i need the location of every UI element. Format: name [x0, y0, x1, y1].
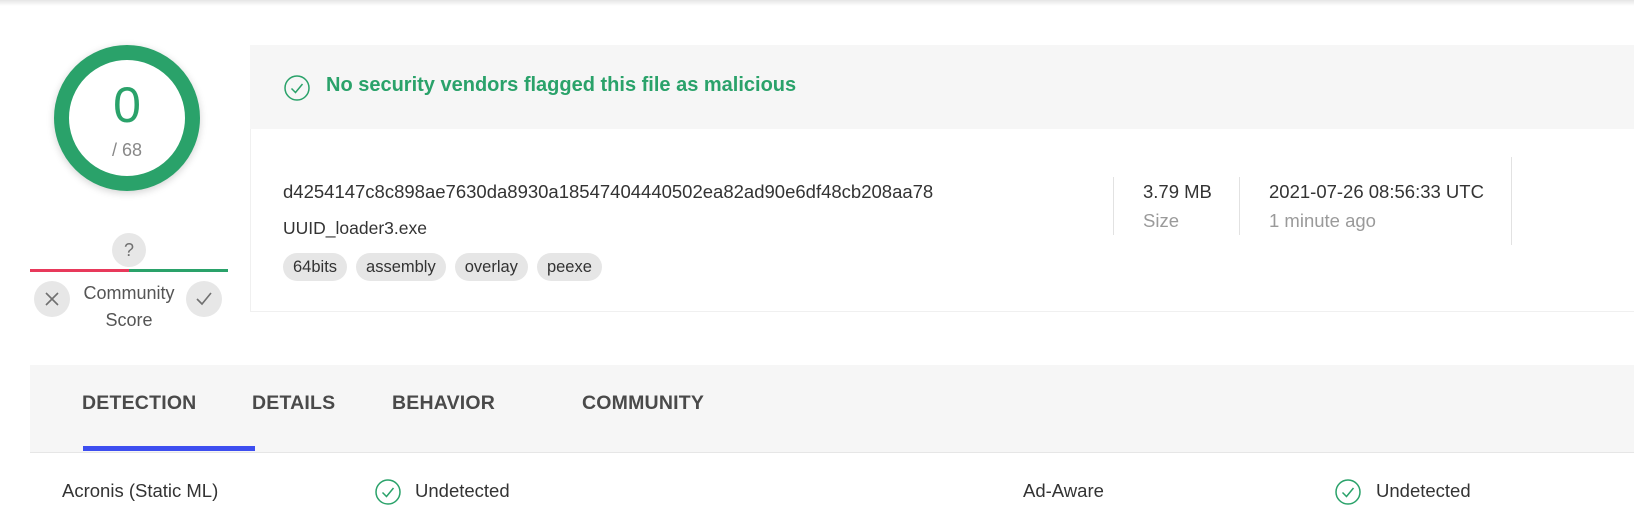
file-info-panel: d4254147c8c898ae7630da8930a1854740444050… — [250, 129, 1634, 312]
tab-detection[interactable]: DETECTION — [82, 392, 196, 415]
detection-score-ring: 0 / 68 — [54, 45, 200, 191]
file-date-value: 2021-07-26 08:56:33 UTC — [1269, 181, 1484, 202]
vendor-name: Acronis (Static ML) — [62, 480, 219, 501]
tab-details[interactable]: DETAILS — [252, 392, 335, 415]
detection-status: Undetected — [415, 480, 510, 501]
vote-malicious-button[interactable] — [34, 281, 70, 317]
tab-community[interactable]: COMMUNITY — [582, 392, 704, 415]
divider — [1113, 177, 1114, 235]
divider — [1511, 157, 1512, 245]
report-tabs: DETECTION DETAILS BEHAVIOR COMMUNITY — [30, 365, 1634, 453]
community-score-indicator: ? — [112, 233, 146, 267]
detection-score-total: / 68 — [111, 140, 143, 160]
check-circle-icon — [284, 75, 310, 101]
file-tag[interactable]: peexe — [536, 253, 602, 281]
file-size-label: Size — [1143, 210, 1179, 231]
file-tags: 64bits assembly overlay peexe — [283, 253, 602, 281]
divider — [1239, 177, 1240, 235]
top-shadow — [0, 0, 1634, 6]
community-score-label: Community Score — [70, 280, 188, 334]
vendor-name: Ad-Aware — [1023, 480, 1104, 501]
community-score-bar-malicious — [30, 269, 129, 272]
file-tag[interactable]: overlay — [454, 253, 528, 281]
verdict-message: No security vendors flagged this file as… — [326, 74, 797, 96]
community-score-label-line1: Community — [83, 283, 175, 303]
file-date-relative: 1 minute ago — [1269, 210, 1376, 231]
check-icon — [196, 292, 212, 306]
community-score-label-line2: Score — [105, 310, 153, 330]
file-name: UUID_loader3.exe — [283, 218, 427, 238]
file-tag[interactable]: 64bits — [283, 253, 348, 281]
detection-score-value: 0 — [113, 77, 141, 133]
file-size-value: 3.79 MB — [1143, 181, 1212, 202]
vote-harmless-button[interactable] — [186, 281, 222, 317]
verdict-banner: No security vendors flagged this file as… — [250, 45, 1634, 129]
tab-behavior[interactable]: BEHAVIOR — [392, 392, 495, 415]
check-circle-icon — [375, 479, 401, 505]
active-tab-indicator — [83, 446, 255, 451]
community-score-bar-harmless — [129, 269, 228, 272]
check-circle-icon — [1335, 479, 1361, 505]
close-icon — [45, 292, 59, 306]
detection-status: Undetected — [1376, 480, 1471, 501]
community-score-bar — [30, 269, 228, 273]
file-hash[interactable]: d4254147c8c898ae7630da8930a1854740444050… — [283, 181, 933, 203]
file-tag[interactable]: assembly — [356, 253, 446, 281]
